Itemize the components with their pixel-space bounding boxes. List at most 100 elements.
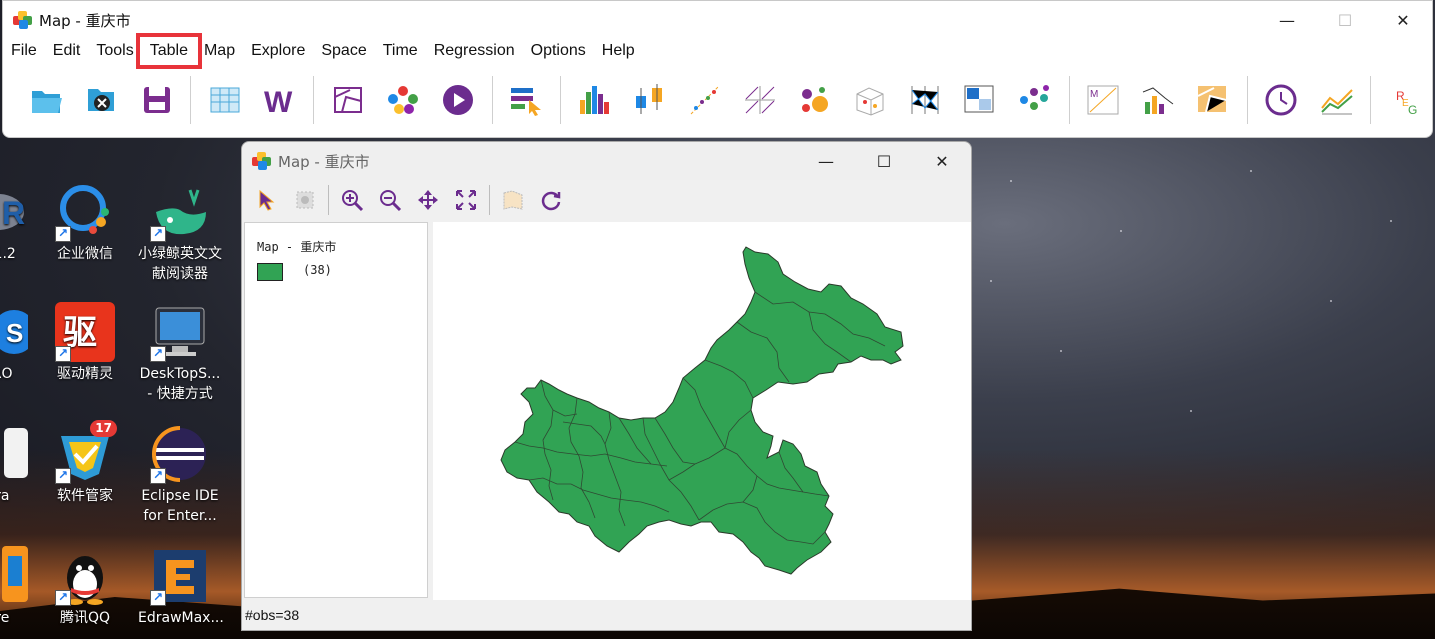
whale-reader-icon: ↗ xyxy=(150,182,210,242)
desktop-icon-label: 腾讯QQ xyxy=(59,610,111,626)
svg-text:G: G xyxy=(1408,103,1417,116)
legend-swatch[interactable] xyxy=(257,263,283,281)
play-icon[interactable] xyxy=(439,80,478,120)
box-plot-icon[interactable] xyxy=(630,80,669,120)
menu-help[interactable]: Help xyxy=(594,39,643,63)
menu-file[interactable]: File xyxy=(3,39,45,63)
bubble-chart-icon[interactable] xyxy=(795,80,834,120)
lisa-chart-icon[interactable] xyxy=(1139,80,1178,120)
eclipse-icon: ↗ xyxy=(150,424,210,484)
menu-time[interactable]: Time xyxy=(375,39,426,63)
desktop-icon-pro[interactable]: S PRO xyxy=(0,302,40,384)
desktop-icon-label: are xyxy=(0,610,10,626)
desktop-icon-eclipse[interactable]: ↗ Eclipse IDE for Enter... xyxy=(138,424,222,526)
basemap-icon[interactable] xyxy=(499,186,527,214)
scatter-plot-icon[interactable] xyxy=(685,80,724,120)
notification-badge: 17 xyxy=(90,420,117,437)
close-button[interactable]: ✕ xyxy=(913,142,971,180)
desktop-icon-driver-genius[interactable]: 驱 ↗ 驱动精灵 xyxy=(43,302,127,384)
wecom-icon: ↗ xyxy=(55,182,115,242)
menubar: File Edit Tools Table Map Explore Space … xyxy=(3,33,1432,69)
open-folder-icon[interactable] xyxy=(27,80,66,120)
menu-explore[interactable]: Explore xyxy=(243,39,313,63)
scatter-matrix-icon[interactable] xyxy=(740,80,779,120)
driver-genius-icon: 驱 ↗ xyxy=(55,302,115,362)
desktop-icon-label: Eclipse IDE for Enter... xyxy=(141,488,219,524)
desktop-icon-qq[interactable]: ↗ 腾讯QQ xyxy=(43,546,127,628)
chongqing-map xyxy=(500,246,904,575)
desktop-icon-ara[interactable]: ara xyxy=(0,424,40,506)
table-icon[interactable] xyxy=(205,80,244,120)
map-shape-icon[interactable] xyxy=(328,80,367,120)
svg-text:W: W xyxy=(264,86,293,115)
desktop-icon-wecom[interactable]: ↗ 企业微信 xyxy=(43,182,127,264)
observation-count: #obs=38 xyxy=(245,607,300,623)
3d-plot-icon[interactable] xyxy=(850,80,889,120)
legend-title: Map - 重庆市 xyxy=(257,240,337,254)
main-window: Map - 重庆市 — ☐ ✕ File Edit Tools Table Ma… xyxy=(2,0,1433,138)
menu-map[interactable]: Map xyxy=(196,39,243,63)
save-icon[interactable] xyxy=(137,80,176,120)
svg-text:S: S xyxy=(6,318,23,348)
legend-panel: Map - 重庆市 (38) xyxy=(244,222,428,598)
menu-edit[interactable]: Edit xyxy=(45,39,89,63)
select-region-icon[interactable] xyxy=(291,186,319,214)
legend-count: (38) xyxy=(303,263,332,277)
desktop-icon-label: 驱动精灵 xyxy=(57,366,113,382)
parallel-coordinates-icon[interactable] xyxy=(905,80,944,120)
pan-icon[interactable] xyxy=(414,186,442,214)
minimize-button[interactable]: — xyxy=(1258,1,1316,39)
menu-options[interactable]: Options xyxy=(523,39,594,63)
orange-app-icon xyxy=(0,546,28,606)
window-title: Map - 重庆市 xyxy=(39,11,131,30)
desktop-icon-label: 小绿鲸英文文献阅读器 xyxy=(138,246,222,282)
map-titlebar: Map - 重庆市 — ☐ ✕ xyxy=(242,142,971,180)
desktop-icon-whale-reader[interactable]: ↗ 小绿鲸英文文献阅读器 xyxy=(138,182,222,284)
qq-icon: ↗ xyxy=(55,546,115,606)
status-bar: #obs=38 xyxy=(242,600,971,630)
time-clock-icon[interactable] xyxy=(1262,80,1301,120)
zoom-out-icon[interactable] xyxy=(376,186,404,214)
fit-extent-icon[interactable] xyxy=(452,186,480,214)
select-cursor-icon[interactable] xyxy=(507,80,546,120)
desktop-icon-label: ara xyxy=(0,488,10,504)
menu-table[interactable]: Table xyxy=(135,33,202,69)
desktop-icon-label: 4.1.2 xyxy=(0,246,16,262)
cluster-dots-icon[interactable] xyxy=(1016,80,1055,120)
maximize-button[interactable]: ☐ xyxy=(855,142,913,180)
monitor-icon: ↗ xyxy=(150,302,210,362)
desktop-icon-label: 软件管家 xyxy=(57,488,113,504)
map-canvas[interactable] xyxy=(433,222,971,600)
maximize-button[interactable]: ☐ xyxy=(1316,1,1374,39)
menu-tools[interactable]: Tools xyxy=(88,39,141,63)
close-project-icon[interactable] xyxy=(82,80,121,120)
white-app-icon xyxy=(0,424,28,484)
minimize-button[interactable]: — xyxy=(797,142,855,180)
svg-text:M: M xyxy=(1090,89,1098,100)
moran-scatter-icon[interactable]: M xyxy=(1084,80,1123,120)
weights-icon[interactable]: W xyxy=(260,80,299,120)
software-manager-icon: 17 ↗ xyxy=(55,420,117,484)
desktop-icon-software-manager[interactable]: 17 ↗ 软件管家 xyxy=(43,420,127,506)
desktop-icon-desktops[interactable]: ↗ DeskTopS... - 快捷方式 xyxy=(138,302,222,404)
select-arrow-icon[interactable] xyxy=(253,186,281,214)
line-chart-icon[interactable] xyxy=(1317,80,1356,120)
zoom-in-icon[interactable] xyxy=(338,186,366,214)
menu-regression[interactable]: Regression xyxy=(426,39,523,63)
desktop-icon-label: DeskTopS... - 快捷方式 xyxy=(139,366,221,402)
svg-text:R: R xyxy=(2,195,25,231)
desktop-icon-label: 企业微信 xyxy=(57,246,113,262)
local-map-icon[interactable] xyxy=(1194,80,1233,120)
cluster-map-icon[interactable] xyxy=(384,80,423,120)
main-toolbar: W M REG xyxy=(3,63,1432,137)
regression-icon[interactable]: REG xyxy=(1385,80,1424,120)
desktop-icon-edrawmax[interactable]: ↗ EdrawMax... xyxy=(138,546,224,628)
desktop-icon-are[interactable]: are xyxy=(0,546,40,628)
chongqing-region-shape xyxy=(500,246,904,575)
histogram-icon[interactable] xyxy=(575,80,614,120)
desktop-icon-r[interactable]: R 4.1.2 xyxy=(0,182,40,264)
menu-space[interactable]: Space xyxy=(313,39,374,63)
conditional-plot-icon[interactable] xyxy=(960,80,999,120)
close-button[interactable]: ✕ xyxy=(1374,1,1432,39)
refresh-icon[interactable] xyxy=(537,186,565,214)
